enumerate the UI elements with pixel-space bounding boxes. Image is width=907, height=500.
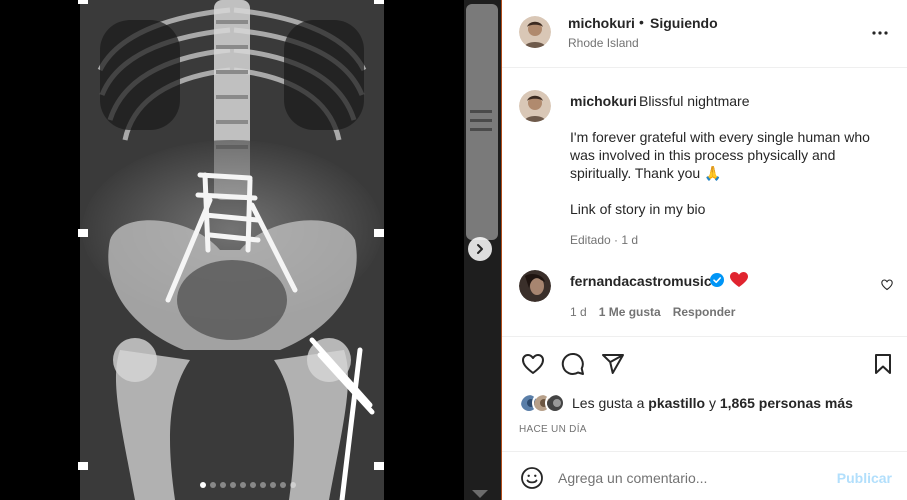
post-time-ago[interactable]: HACE UN DÍA [519, 424, 587, 435]
crop-handle-mr [374, 229, 384, 237]
comment-meta: 1 d 1 Me gusta Responder [570, 305, 735, 319]
crop-handle-bl [78, 462, 88, 470]
crop-handle-tr [374, 0, 384, 4]
carousel-dot [210, 482, 216, 488]
comment-input[interactable] [558, 465, 828, 491]
emoji-icon[interactable] [520, 466, 544, 490]
more-horizontal-icon[interactable] [871, 24, 889, 42]
comment-likes-count[interactable]: 1 Me gusta [599, 305, 661, 319]
comments-section[interactable]: michokuri Blissful nightmare I'm forever… [502, 68, 907, 336]
scroll-grip [470, 128, 492, 131]
likes-count-link[interactable]: 1,865 personas más [720, 395, 853, 411]
xray-image [80, 0, 384, 500]
comment-username[interactable]: fernandacastromusica [570, 273, 719, 289]
instagram-post-modal: michokuri • Siguiendo Rhode Island micho… [0, 0, 907, 500]
follow-status-button[interactable]: Siguiendo [650, 15, 718, 31]
avatar[interactable] [519, 16, 551, 48]
caption-meta: Editado · 1 d [570, 233, 639, 247]
comment-icon[interactable] [561, 352, 585, 376]
header-username[interactable]: michokuri [568, 15, 635, 31]
avatar [545, 393, 565, 413]
likes-user-link[interactable]: pkastillo [648, 395, 705, 411]
location-link[interactable]: Rhode Island [568, 36, 639, 50]
carousel-dot [250, 482, 256, 488]
comment-composer: Publicar [502, 451, 907, 500]
heart-icon[interactable] [521, 352, 545, 376]
avatar[interactable] [519, 90, 551, 122]
next-image-button[interactable] [468, 237, 492, 261]
carousel-dot [290, 482, 296, 488]
comment-time: 1 d [570, 305, 587, 319]
carousel-dot [260, 482, 266, 488]
post-sidebar: michokuri • Siguiendo Rhode Island micho… [502, 0, 907, 500]
bookmark-icon[interactable] [871, 352, 895, 376]
scroll-grip [470, 110, 492, 113]
carousel-dot [200, 482, 206, 488]
heart-emoji-icon [730, 272, 748, 287]
carousel-dot [230, 482, 236, 488]
likes-mid: y [708, 395, 716, 411]
crop-handle-ml [78, 229, 88, 237]
scroll-down-arrow-icon[interactable] [472, 490, 488, 498]
post-media[interactable] [0, 0, 502, 500]
verified-badge-icon [710, 273, 724, 287]
carousel-dot [270, 482, 276, 488]
comment-like-heart-icon[interactable] [881, 279, 893, 291]
crop-handle-br [374, 462, 384, 470]
likes-text: Les gusta a pkastillo y 1,865 personas m… [572, 395, 853, 411]
reply-button[interactable]: Responder [673, 305, 736, 319]
likes-summary[interactable]: Les gusta a pkastillo y 1,865 personas m… [519, 392, 853, 414]
carousel-dot [240, 482, 246, 488]
caption-username[interactable]: michokuri [570, 93, 637, 109]
caption-link-line: Link of story in my bio [570, 201, 706, 217]
scroll-grip [470, 119, 492, 122]
post-comment-button[interactable]: Publicar [837, 470, 892, 486]
likes-prefix: Les gusta a [572, 395, 645, 411]
carousel-dot [280, 482, 286, 488]
crop-handle-tl [78, 0, 88, 4]
caption-title: Blissful nightmare [639, 93, 750, 109]
header-separator: • [639, 14, 644, 30]
chevron-right-icon [477, 244, 483, 254]
carousel-dots [200, 482, 296, 488]
carousel-dot [220, 482, 226, 488]
post-header: michokuri • Siguiendo Rhode Island [502, 0, 907, 68]
post-actions: Les gusta a pkastillo y 1,865 personas m… [502, 336, 907, 451]
avatar[interactable] [519, 270, 551, 302]
media-scrollbar-thumb[interactable] [466, 4, 498, 240]
share-icon[interactable] [601, 352, 625, 376]
caption-body: I'm forever grateful with every single h… [570, 129, 870, 181]
